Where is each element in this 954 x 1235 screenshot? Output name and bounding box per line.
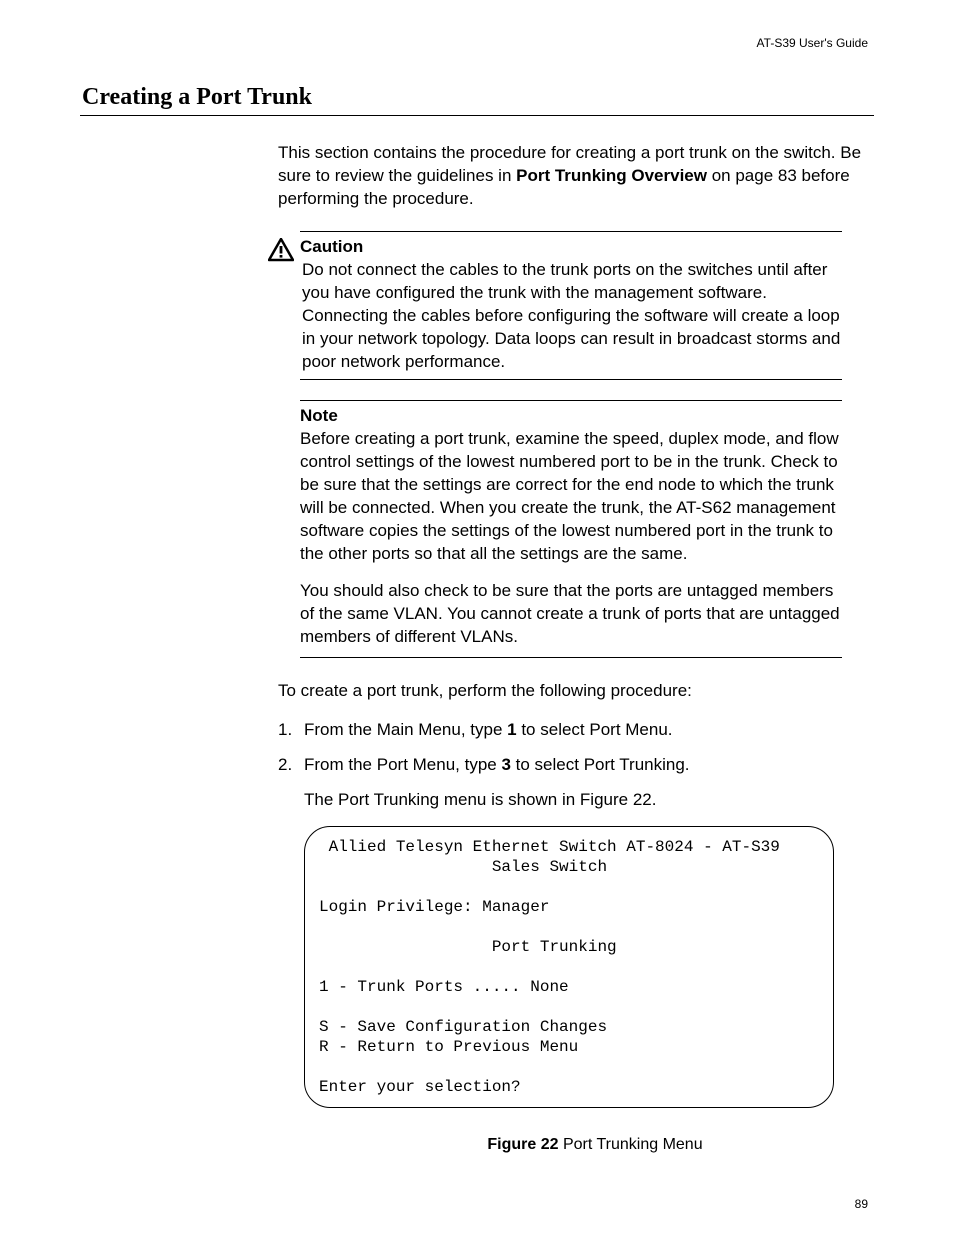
title-rule [80, 115, 874, 116]
procedure-lead: To create a port trunk, perform the foll… [278, 680, 864, 703]
step-number: 2. [278, 754, 304, 777]
note-label: Note [300, 405, 842, 428]
step-list: 1. From the Main Menu, type 1 to select … [278, 719, 864, 777]
step-text-post: to select Port Menu. [517, 720, 673, 739]
terminal-screen: Allied Telesyn Ethernet Switch AT-8024 -… [304, 826, 834, 1108]
caution-icon [268, 238, 294, 269]
step-body: From the Port Menu, type 3 to select Por… [304, 754, 864, 777]
intro-bold-ref: Port Trunking Overview [516, 166, 707, 185]
figure-caption: Figure 22 Port Trunking Menu [330, 1134, 860, 1156]
note-para2: You should also check to be sure that th… [300, 580, 842, 649]
list-item: 1. From the Main Menu, type 1 to select … [278, 719, 864, 742]
note-para1: Before creating a port trunk, examine th… [300, 428, 842, 566]
caution-callout: Caution Do not connect the cables to the… [300, 231, 842, 381]
step-subline: The Port Trunking menu is shown in Figur… [304, 789, 864, 812]
section-title: Creating a Port Trunk [82, 84, 874, 111]
figure-title: Port Trunking Menu [559, 1136, 703, 1153]
step-text-pre: From the Port Menu, type [304, 755, 501, 774]
body-column: This section contains the procedure for … [278, 142, 864, 1155]
step-key: 3 [501, 755, 510, 774]
step-key: 1 [507, 720, 516, 739]
step-body: From the Main Menu, type 1 to select Por… [304, 719, 864, 742]
intro-paragraph: This section contains the procedure for … [278, 142, 864, 211]
step-number: 1. [278, 719, 304, 742]
step-text-pre: From the Main Menu, type [304, 720, 507, 739]
caution-text: Do not connect the cables to the trunk p… [302, 259, 842, 374]
step-text-post: to select Port Trunking. [511, 755, 690, 774]
note-callout: Note Before creating a port trunk, exami… [300, 400, 842, 657]
caution-label: Caution [300, 236, 842, 259]
figure-number: Figure 22 [487, 1136, 558, 1153]
running-header: AT-S39 User's Guide [80, 36, 874, 50]
list-item: 2. From the Port Menu, type 3 to select … [278, 754, 864, 777]
page-number: 89 [855, 1197, 868, 1211]
